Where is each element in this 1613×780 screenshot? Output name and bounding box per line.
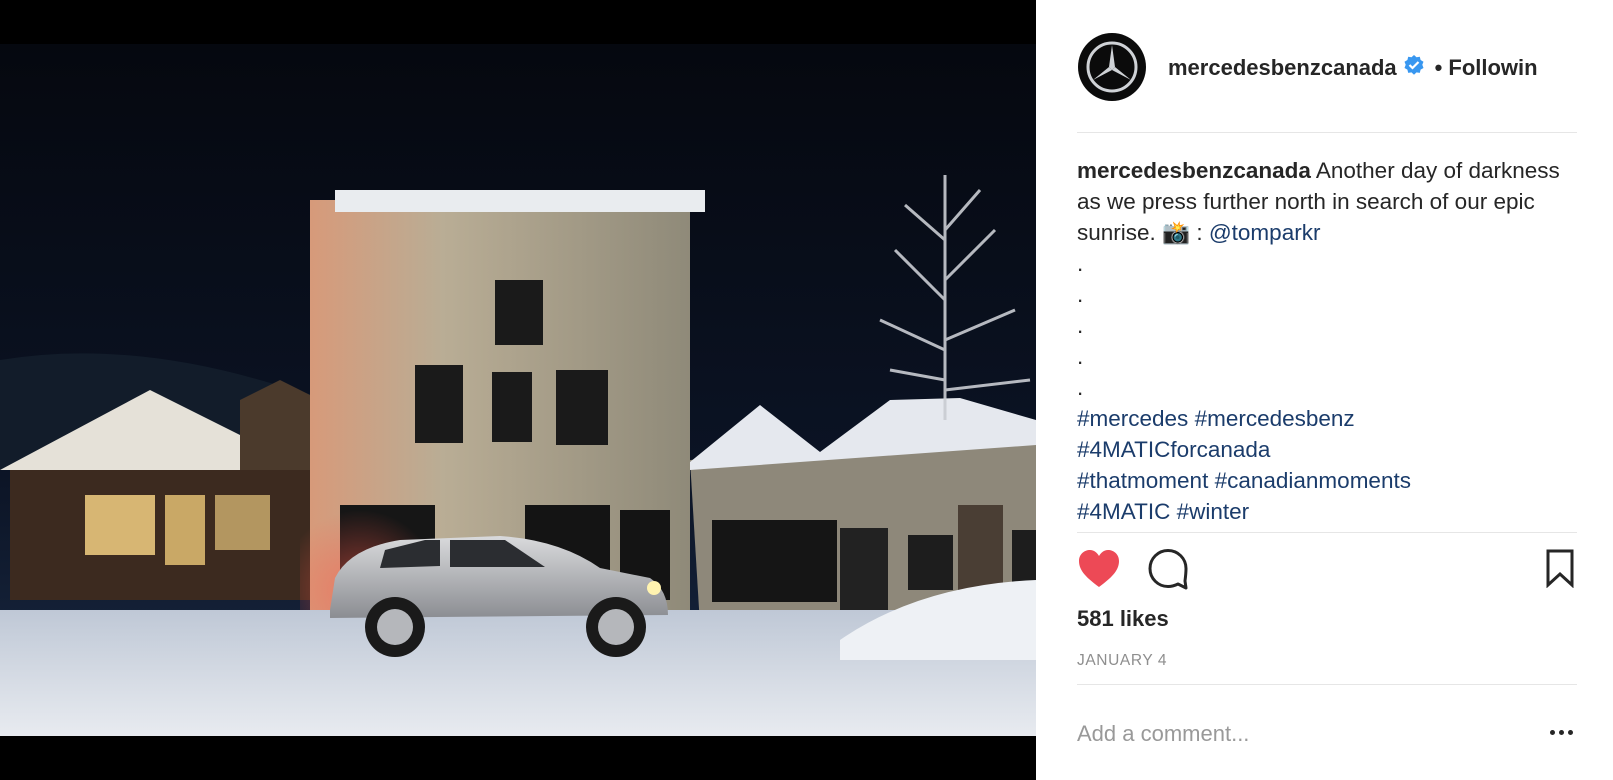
save-button[interactable] — [1545, 548, 1575, 593]
caption-dot: . — [1077, 375, 1084, 400]
caption-dot: . — [1077, 313, 1084, 338]
mercedes-star-logo-icon — [1086, 41, 1138, 93]
caption-dot: . — [1077, 251, 1084, 276]
header-username[interactable]: mercedesbenzcanada — [1168, 55, 1397, 81]
likes-count[interactable]: 581 likes — [1077, 606, 1169, 632]
header-separator: • — [1434, 55, 1443, 80]
bookmark-icon — [1546, 549, 1574, 589]
following-button[interactable]: Followin — [1448, 55, 1537, 81]
hashtags: #mercedes #mercedesbenz #4MATICforcanada… — [1077, 403, 1577, 527]
hashtag-link[interactable]: #4MATICforcanada — [1077, 437, 1270, 462]
verified-badge-icon — [1403, 54, 1425, 82]
post-header: mercedesbenzcanada • Followin — [1077, 32, 1613, 102]
comment-button[interactable] — [1147, 548, 1189, 595]
hashtag-link[interactable]: #thatmoment — [1077, 468, 1208, 493]
hashtag-link[interactable]: #mercedes — [1077, 406, 1188, 431]
hashtag-line: #mercedes #mercedesbenz — [1077, 403, 1577, 434]
heart-filled-icon — [1079, 550, 1119, 587]
hashtag-link[interactable]: #winter — [1177, 499, 1250, 524]
comment-bubble-icon — [1148, 549, 1188, 590]
action-bar — [1077, 548, 1577, 596]
avatar[interactable] — [1078, 33, 1146, 101]
header-text: mercedesbenzcanada • Followin — [1168, 54, 1576, 82]
caption-dot: . — [1077, 282, 1084, 307]
hashtag-line: #4MATICforcanada — [1077, 434, 1577, 465]
caption-dots: . . . . . — [1077, 248, 1577, 403]
divider — [1077, 684, 1577, 685]
post-caption: mercedesbenzcanada Another day of darkne… — [1077, 155, 1577, 527]
mention-link[interactable]: @tomparkr — [1209, 220, 1321, 245]
post-date[interactable]: JANUARY 4 — [1077, 652, 1167, 670]
hashtag-link[interactable]: #canadianmoments — [1215, 468, 1411, 493]
comment-input[interactable] — [1077, 716, 1517, 752]
caption-dot: . — [1077, 344, 1084, 369]
divider — [1077, 132, 1577, 133]
hashtag-line: #thatmoment #canadianmoments — [1077, 465, 1577, 496]
caption-text: mercedesbenzcanada Another day of darkne… — [1077, 155, 1577, 248]
caption-username[interactable]: mercedesbenzcanada — [1077, 158, 1311, 183]
hashtag-line: #4MATIC #winter — [1077, 496, 1577, 527]
night-street-photo — [0, 0, 1036, 780]
post-sidebar: mercedesbenzcanada • Followin mercedesbe… — [1036, 0, 1613, 780]
post-photo[interactable] — [0, 0, 1036, 780]
hashtag-link[interactable]: #4MATIC — [1077, 499, 1170, 524]
more-options-icon[interactable] — [1548, 728, 1578, 738]
hashtag-link[interactable]: #mercedesbenz — [1195, 406, 1355, 431]
like-button[interactable] — [1077, 548, 1121, 595]
divider — [1077, 532, 1577, 533]
caption-colon: : — [1190, 220, 1209, 245]
camera-emoji-icon: 📸 — [1162, 220, 1191, 245]
